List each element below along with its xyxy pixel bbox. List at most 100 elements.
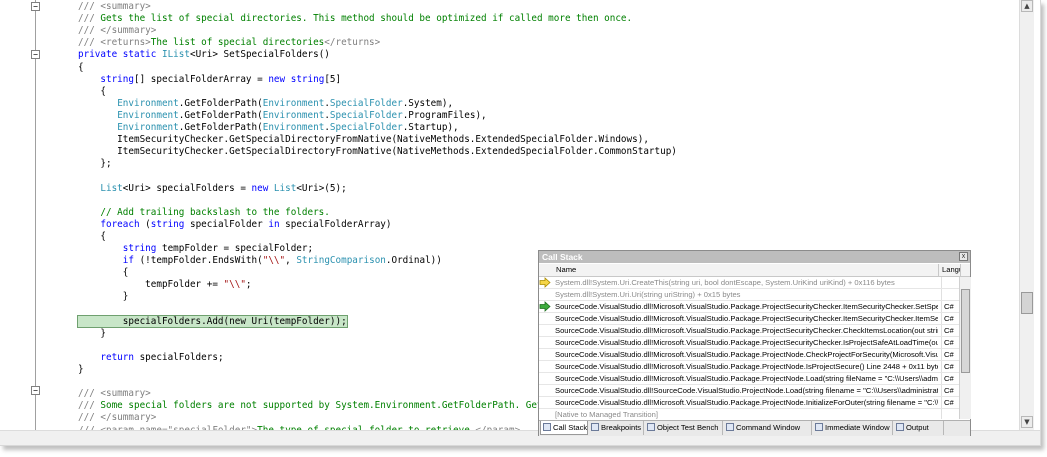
scroll-up-icon[interactable]: ▲ <box>1021 0 1033 12</box>
call-stack-frame[interactable]: [Native to Managed Transition] <box>539 409 959 419</box>
code-line[interactable]: { <box>78 62 84 74</box>
tab-breakpoints[interactable]: Breakpoints <box>589 421 644 435</box>
call-stack-header: Name Langu <box>539 264 970 277</box>
code-line[interactable]: } <box>78 291 129 303</box>
code-line[interactable]: Environment.GetFolderPath(Environment.Sp… <box>78 98 453 110</box>
collapse-toggle-icon[interactable]: − <box>31 2 40 11</box>
scrollbar-thumb[interactable] <box>961 289 970 373</box>
current-arrow-icon <box>539 277 553 288</box>
code-line[interactable]: if (!tempFolder.EndsWith("\\", StringCom… <box>78 255 442 267</box>
call-stack-title: Call Stack <box>539 251 970 263</box>
call-stack-frame[interactable]: SourceCode.VisualStudio.dll!Microsoft.Vi… <box>539 361 959 373</box>
code-token: ; <box>245 279 252 291</box>
code-line[interactable]: /// <returns>The list of special directo… <box>78 37 380 49</box>
scroll-down-icon[interactable]: ▼ <box>1021 416 1033 428</box>
call-stack-frame[interactable]: SourceCode.VisualStudio.dll!Microsoft.Vi… <box>539 349 959 361</box>
code-line[interactable]: } <box>78 328 106 340</box>
code-line[interactable]: string tempFolder = specialFolder; <box>78 243 313 255</box>
code-line[interactable]: string[] specialFolderArray = new string… <box>78 74 341 86</box>
code-line[interactable]: specialFolders.Add(new Uri(tempFolder)); <box>77 314 348 328</box>
code-token: [5] <box>324 73 342 85</box>
collapse-toggle-icon[interactable]: − <box>31 50 40 59</box>
tab-command-window[interactable]: Command Window <box>724 421 812 435</box>
call-stack-frame[interactable]: System.dll!System.Uri.CreateThis(string … <box>539 277 959 289</box>
code-line[interactable]: /// Some special folders are not support… <box>78 400 543 412</box>
code-token: The list of special directories <box>150 37 325 49</box>
code-token: ItemSecurityChecker.GetSpecialDirectoryF… <box>78 134 649 146</box>
code-line[interactable]: tempFolder += "\\"; <box>78 279 252 291</box>
code-token: <summary> <box>100 1 151 12</box>
code-line[interactable]: /// <summary> <box>78 1 151 13</box>
code-token: Environment <box>117 97 179 109</box>
frame-language: C# <box>941 313 959 324</box>
code-token: }; <box>78 158 112 170</box>
close-icon[interactable]: x <box>959 252 968 261</box>
code-line[interactable]: foreach (string specialFolder in special… <box>78 219 391 231</box>
code-token: Environment <box>117 109 179 121</box>
window-icon <box>726 423 734 431</box>
window-icon <box>815 423 823 431</box>
call-stack-frame[interactable]: SourceCode.VisualStudio.dll!Microsoft.Vi… <box>539 313 959 325</box>
green-arrow-icon <box>539 301 553 312</box>
code-token: SpecialFolder <box>329 97 403 109</box>
code-line[interactable]: } <box>78 364 84 376</box>
tab-call-stack[interactable]: Call Stack <box>540 421 588 435</box>
code-token: { <box>78 61 84 73</box>
scrollbar-thumb[interactable] <box>1021 292 1033 314</box>
frame-name: SourceCode.VisualStudio.dll!Microsoft.Vi… <box>555 374 938 383</box>
code-line[interactable]: /// Gets the list of special directories… <box>78 13 632 25</box>
code-token: Environment <box>262 122 325 133</box>
code-line[interactable]: { <box>78 86 106 98</box>
editor-window: − − − /// <summary>/// Gets the list of … <box>0 0 1041 446</box>
frame-name: System.dll!System.Uri.Uri(string uriStri… <box>555 290 741 299</box>
code-token: new string <box>268 73 325 85</box>
tab-immediate-window[interactable]: Immediate Window <box>813 421 893 435</box>
tab-label: Call Stack <box>553 423 588 432</box>
frame-language <box>941 277 959 288</box>
code-line[interactable]: ItemSecurityChecker.GetSpecialDirectoryF… <box>78 134 649 146</box>
frame-language: C# <box>941 361 959 372</box>
call-stack-scrollbar[interactable] <box>959 277 971 419</box>
code-line[interactable]: return specialFolders; <box>78 352 223 364</box>
code-token: Environment <box>262 97 325 109</box>
call-stack-frame[interactable]: SourceCode.VisualStudio.dll!Microsoft.Vi… <box>539 397 959 409</box>
tab-label: Immediate Window <box>825 423 890 432</box>
call-stack-frame[interactable]: SourceCode.VisualStudio.dll!Microsoft.Vi… <box>539 325 959 337</box>
code-line[interactable]: }; <box>78 158 112 170</box>
tab-object-test-bench[interactable]: Object Test Bench <box>645 421 723 435</box>
code-line[interactable]: Environment.GetFolderPath(Environment.Sp… <box>78 109 486 122</box>
call-stack-frame[interactable]: SourceCode.VisualStudio.dll!Microsoft.Vi… <box>539 337 959 349</box>
code-line[interactable]: List<Uri> specialFolders = new List<Uri>… <box>78 183 346 195</box>
call-stack-panel: Call Stack x Name Langu System.dll!Syste… <box>538 250 971 436</box>
call-stack-frame[interactable]: System.dll!System.Uri.Uri(string uriStri… <box>539 289 959 301</box>
code-line[interactable]: { <box>78 231 106 243</box>
code-line[interactable]: ItemSecurityChecker.GetSpecialDirectoryF… <box>78 146 677 158</box>
code-token: specialFolders.Add(new Uri(tempFolder)); <box>77 314 348 328</box>
frame-indicator <box>539 313 553 324</box>
code-line[interactable]: Environment.GetFolderPath(Environment.Sp… <box>78 122 458 134</box>
frame-indicator <box>539 325 553 336</box>
frame-name: [Native to Managed Transition] <box>555 410 658 419</box>
tab-output[interactable]: Output <box>894 421 944 435</box>
column-header-language[interactable]: Langu <box>939 264 961 276</box>
collapse-toggle-icon[interactable]: − <box>31 386 40 395</box>
tab-label: Output <box>906 423 929 432</box>
call-stack-frame[interactable]: SourceCode.VisualStudio.dll!Microsoft.Vi… <box>539 373 959 385</box>
tab-label: Breakpoints <box>601 423 642 432</box>
code-token: { <box>78 230 106 242</box>
call-stack-frame[interactable]: SourceCode.VisualStudio.dll!Microsoft.Vi… <box>539 301 959 313</box>
code-line[interactable]: /// </summary> <box>78 25 156 37</box>
call-stack-frame[interactable]: SourceCode.VisualStudio.dll!SourceCode.V… <box>539 385 959 397</box>
code-line[interactable]: private static IList<Uri> SetSpecialFold… <box>78 49 330 61</box>
code-line[interactable]: { <box>78 267 129 279</box>
code-line[interactable]: // Add trailing backslash to the folders… <box>78 207 330 219</box>
column-header-name[interactable]: Name <box>553 264 939 276</box>
code-line[interactable]: /// </summary> <box>78 412 156 424</box>
code-line[interactable]: /// <summary> <box>78 388 151 400</box>
frame-language <box>941 289 959 300</box>
code-token: <returns> <box>100 37 151 49</box>
editor-vertical-scrollbar[interactable]: ▲ ▼ <box>1019 0 1034 430</box>
